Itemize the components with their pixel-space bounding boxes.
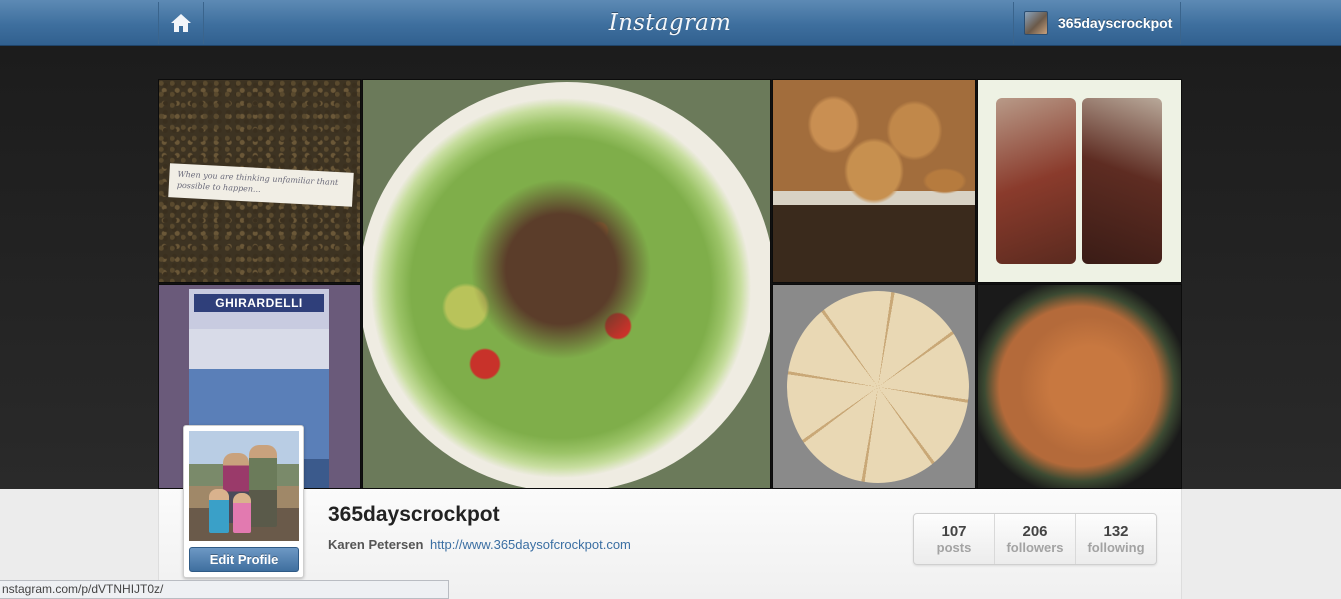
stat-followers[interactable]: 206 followers [995,514,1076,564]
photo-tile-cookies[interactable] [772,79,976,283]
user-avatar-thumbnail [1024,11,1048,35]
photo-tile-flatbread[interactable] [772,284,976,489]
edit-profile-button[interactable]: Edit Profile [189,547,299,572]
home-button[interactable] [158,2,204,44]
chocolate-brand-logo: GHIRARDELLI [194,294,324,312]
photo-tile-salad[interactable] [362,79,771,489]
profile-website-link[interactable]: http://www.365daysofcrockpot.com [430,537,631,552]
header-username: 365dayscrockpot [1058,15,1173,31]
collage-photo-right [1082,98,1162,264]
stat-posts[interactable]: 107 posts [914,514,995,564]
photo-tile-note-on-granite[interactable]: When you are thinking unfamiliar thant p… [158,79,361,283]
avatar-person [233,493,251,533]
profile-full-name: Karen Petersen [328,537,424,552]
stat-count: 206 [1022,523,1048,540]
profile-stats: 107 posts 206 followers 132 following [913,513,1157,565]
stat-label: posts [936,540,972,555]
profile-avatar-card: Edit Profile [183,425,304,578]
photo-tile-noodles[interactable] [977,284,1182,489]
stat-count: 107 [941,523,967,540]
collage-photo-left [996,98,1076,264]
stat-following[interactable]: 132 following [1076,514,1156,564]
photo-grid: When you are thinking unfamiliar thant p… [158,79,1182,489]
avatar-person [249,445,277,527]
top-navigation-bar: Instagram 365dayscrockpot [0,0,1341,46]
browser-status-bar: nstagram.com/p/dVTNHIJT0z/ [0,580,449,599]
profile-bio-line: Karen Petersen http://www.365daysofcrock… [328,537,631,552]
handwritten-note: When you are thinking unfamiliar thant p… [168,163,354,207]
salad-shape [371,98,751,478]
flatbread-shape [787,291,969,483]
profile-avatar-photo[interactable] [189,431,299,541]
profile-username: 365dayscrockpot [328,503,500,526]
instagram-logo[interactable]: Instagram [600,6,740,40]
stat-count: 132 [1103,523,1129,540]
stat-label: followers [1006,540,1064,555]
user-menu-button[interactable]: 365dayscrockpot [1013,2,1181,44]
avatar-person [209,489,229,533]
photo-tile-brisket-collage[interactable] [977,79,1182,283]
home-icon [171,14,191,32]
stat-label: following [1087,540,1145,555]
